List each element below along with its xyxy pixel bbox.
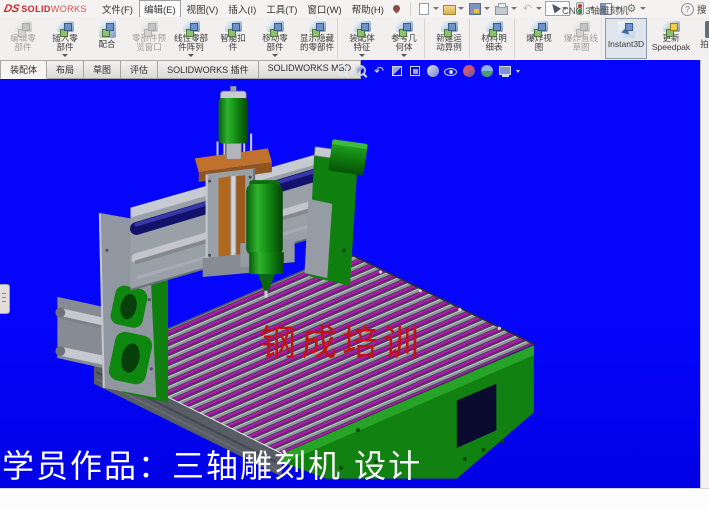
previous-view-icon[interactable] <box>372 64 386 78</box>
reference-geometry-icon <box>396 21 413 32</box>
explode-sketch-icon <box>573 21 590 32</box>
show-hidden-components-icon <box>309 21 326 32</box>
solidworks-logo: DS SOLID WORKS <box>4 3 87 15</box>
mate-icon <box>99 21 116 38</box>
menu-item[interactable]: 编辑(E) <box>139 0 181 18</box>
heads-up-view-toolbar <box>336 64 512 78</box>
ribbon-button[interactable]: 配合 <box>86 18 128 59</box>
document-title: CNC 3轴雕刻机 <box>562 3 629 17</box>
ribbon-button[interactable]: 爆炸视 图 <box>518 18 560 59</box>
linear-pattern-icon <box>183 21 200 32</box>
ribbon-button[interactable]: 材料明 细表 <box>473 18 515 59</box>
ribbon-button[interactable]: 拍快照 <box>692 18 709 59</box>
update-speedpak-icon <box>663 21 680 32</box>
watermark-text: 钢成培训 <box>260 314 424 366</box>
insert-component-icon <box>57 21 74 32</box>
dropdown-caret-icon[interactable] <box>511 7 517 10</box>
exploded-view-icon <box>531 21 548 32</box>
pushpin-icon[interactable] <box>391 4 401 14</box>
component-preview-icon <box>141 21 158 32</box>
ribbon-button[interactable]: 装配体 特征 <box>341 18 383 59</box>
menu-item[interactable]: 窗口(W) <box>303 1 345 17</box>
right-panel-gutter <box>700 60 709 488</box>
apply-scene-icon[interactable] <box>480 64 494 78</box>
spindle-assembly <box>246 180 284 298</box>
ribbon-button[interactable]: 更新 Speedpak <box>650 18 692 59</box>
snapshot-icon <box>705 21 709 38</box>
menu-item[interactable]: 帮助(H) <box>348 1 388 17</box>
command-manager-tabs: 装配体 布局 草图 评估 SOLIDWORKS 插件 SOLIDWORKS MB… <box>0 60 361 79</box>
ribbon-button[interactable]: 线性零部 件阵列 <box>170 18 212 59</box>
title-bar: DS SOLID WORKS 文件(F) 编辑(E) 视图(V) 插入(I) 工… <box>0 0 709 18</box>
section-view-icon[interactable] <box>390 64 404 78</box>
help-search[interactable]: ? 搜 <box>681 2 709 16</box>
dropdown-caret-icon[interactable] <box>433 7 439 10</box>
motion-study-icon <box>441 21 458 32</box>
smart-fasteners-icon <box>225 21 242 32</box>
edit-component-icon <box>15 21 32 32</box>
edit-appearance-icon[interactable] <box>462 64 476 78</box>
dropdown-caret-icon[interactable] <box>458 7 464 10</box>
ribbon-button[interactable]: 插入零 部件 <box>44 18 86 59</box>
menu-item[interactable]: 工具(T) <box>262 1 301 17</box>
feature-tree-flyout-tab[interactable] <box>0 284 10 314</box>
graphics-viewport[interactable]: 装配体 布局 草图 评估 SOLIDWORKS 插件 SOLIDWORKS MB… <box>0 60 701 488</box>
ribbon-button[interactable]: 参考几 何体 <box>383 18 425 59</box>
ribbon-button[interactable]: 移动零 部件 <box>254 18 296 59</box>
status-bar <box>0 488 709 510</box>
ribbon-button[interactable]: 新建运 动算例 <box>428 18 470 59</box>
ribbon-button[interactable]: 显示隐藏 的零部件 <box>296 18 338 59</box>
view-orientation-icon[interactable] <box>408 64 422 78</box>
ribbon-button[interactable]: Instant3D <box>605 18 647 59</box>
assembly-features-icon <box>354 21 371 32</box>
move-component-icon <box>267 21 284 32</box>
3d-model-cnc-machine[interactable] <box>0 60 701 488</box>
save-icon[interactable] <box>467 2 491 16</box>
dropdown-caret-icon[interactable] <box>536 7 542 10</box>
commandmanager-tab[interactable]: 草图 <box>84 60 121 79</box>
view-settings-icon[interactable] <box>498 64 512 78</box>
ds-logo-icon: DS <box>3 3 21 15</box>
commandmanager-tab[interactable]: 布局 <box>47 60 84 79</box>
command-manager-ribbon: 编辑零 部件 插入零 部件 配合 零部件预 览窗口 线性零部 件阵列 <box>0 17 709 61</box>
menu-bar: 文件(F) 编辑(E) 视图(V) 插入(I) 工具(T) 窗口(W) 帮助(H… <box>97 0 389 17</box>
hide-show-items-icon[interactable] <box>444 64 458 78</box>
commandmanager-tab[interactable]: SOLIDWORKS 插件 <box>158 60 259 79</box>
ribbon-button[interactable]: 智能扣 件 <box>212 18 254 59</box>
commandmanager-tab[interactable]: 评估 <box>121 60 158 79</box>
ribbon-button[interactable]: 爆炸直线 草图 <box>560 18 602 59</box>
solidworks-window: DS SOLID WORKS 文件(F) 编辑(E) 视图(V) 插入(I) 工… <box>0 0 709 510</box>
instant3d-icon <box>618 21 635 38</box>
dropdown-caret-icon[interactable] <box>484 7 490 10</box>
print-icon[interactable] <box>493 2 518 15</box>
menu-item[interactable]: 文件(F) <box>98 1 137 17</box>
display-style-icon[interactable] <box>426 64 440 78</box>
menu-item[interactable]: 插入(I) <box>224 1 260 17</box>
dropdown-caret-icon[interactable] <box>640 7 646 10</box>
zoom-to-fit-icon[interactable] <box>336 64 350 78</box>
zoom-to-area-icon[interactable] <box>354 64 368 78</box>
undo-icon[interactable] <box>520 2 543 15</box>
commandmanager-tab[interactable]: 装配体 <box>0 60 47 79</box>
open-folder-icon[interactable] <box>442 2 465 15</box>
ribbon-button[interactable]: 编辑零 部件 <box>2 18 44 59</box>
hud-dropdown-caret-icon[interactable] <box>516 70 520 73</box>
help-icon[interactable]: ? <box>681 3 694 16</box>
caption-text: 学员作品：三轴雕刻机 设计 <box>2 441 422 487</box>
ribbon-button[interactable]: 零部件预 览窗口 <box>128 18 170 59</box>
bom-icon <box>486 21 503 32</box>
new-document-icon[interactable] <box>416 2 440 16</box>
menu-item[interactable]: 视图(V) <box>183 1 223 17</box>
